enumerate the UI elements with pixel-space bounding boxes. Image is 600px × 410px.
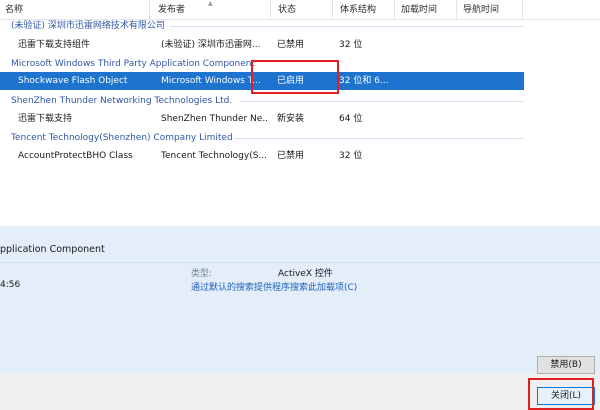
addon-name: 迅雷下载支持	[18, 114, 73, 124]
column-header-status[interactable]: 状态	[273, 0, 331, 20]
group-divider	[170, 26, 524, 27]
disable-button[interactable]: 禁用(B)	[537, 356, 595, 374]
column-divider[interactable]	[522, 0, 523, 20]
search-addon-link[interactable]: 通过默认的搜索提供程序搜索此加载项(C)	[191, 280, 357, 293]
addon-name: 迅雷下载支持组件	[18, 40, 91, 50]
dialog-footer	[0, 374, 600, 410]
table-row-selected[interactable]: Shockwave Flash Object Microsoft Windows…	[0, 72, 524, 90]
column-header-navigation-time[interactable]: 导航时间	[458, 0, 522, 20]
addon-status: 已禁用	[277, 40, 305, 50]
addon-status: 已启用	[277, 76, 305, 86]
addon-publisher: Tencent Technology(S...	[161, 151, 268, 161]
column-divider[interactable]	[270, 0, 271, 20]
addon-list: 名称 发布者 ▲ 状态 体系结构 加载时间 导航时间 (未验证) 深圳市迅雷网络…	[0, 0, 600, 226]
column-divider[interactable]	[149, 0, 150, 20]
table-row[interactable]: AccountProtectBHO Class Tencent Technolo…	[0, 147, 524, 165]
addon-publisher: (未验证) 深圳市迅雷网...	[161, 40, 261, 50]
column-header-name[interactable]: 名称	[0, 0, 149, 20]
sort-ascending-icon: ▲	[208, 0, 213, 7]
addon-architecture: 32 位	[339, 40, 363, 50]
details-time-value: 4:56	[0, 280, 21, 290]
details-addon-title: pplication Component	[0, 244, 105, 255]
column-header-row: 名称 发布者 ▲ 状态 体系结构 加载时间 导航时间	[0, 0, 600, 20]
addon-status: 新安装	[277, 114, 305, 124]
close-button[interactable]: 关闭(L)	[537, 387, 595, 405]
group-header[interactable]: Microsoft Windows Third Party Applicatio…	[11, 56, 255, 72]
addon-architecture: 64 位	[339, 114, 363, 124]
addon-name: Shockwave Flash Object	[18, 76, 128, 86]
column-divider[interactable]	[456, 0, 457, 20]
details-divider	[0, 262, 600, 263]
addon-architecture: 32 位	[339, 151, 363, 161]
addon-status: 已禁用	[277, 151, 305, 161]
table-row[interactable]: 迅雷下载支持 ShenZhen Thunder Ne... 新安装 64 位	[0, 110, 524, 128]
type-value: ActiveX 控件	[278, 269, 333, 279]
group-divider	[234, 138, 524, 139]
column-divider[interactable]	[394, 0, 395, 20]
addon-name: AccountProtectBHO Class	[18, 151, 133, 161]
addon-publisher: Microsoft Windows T...	[161, 76, 261, 86]
addon-architecture: 32 位和 6...	[339, 76, 389, 86]
column-header-load-time[interactable]: 加载时间	[396, 0, 454, 20]
column-divider[interactable]	[332, 0, 333, 20]
group-header[interactable]: ShenZhen Thunder Networking Technologies…	[11, 93, 232, 109]
addon-publisher: ShenZhen Thunder Ne...	[161, 114, 269, 124]
group-header[interactable]: (未验证) 深圳市迅雷网络技术有限公司	[11, 18, 165, 34]
group-header[interactable]: Tencent Technology(Shenzhen) Company Lim…	[11, 130, 233, 146]
group-divider	[240, 101, 524, 102]
column-header-architecture[interactable]: 体系结构	[335, 0, 393, 20]
type-label: 类型:	[191, 269, 213, 279]
table-row[interactable]: 迅雷下载支持组件 (未验证) 深圳市迅雷网... 已禁用 32 位	[0, 36, 524, 54]
